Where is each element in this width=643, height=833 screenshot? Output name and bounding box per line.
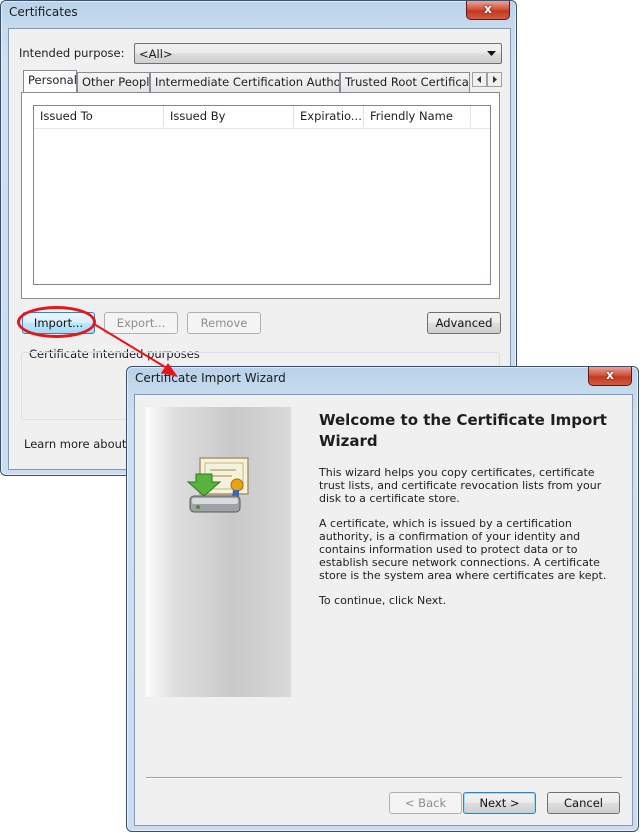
tab-scroll-left-icon bbox=[477, 76, 481, 83]
certificate-list[interactable]: Issued To Issued By Expiratio... Friendl… bbox=[33, 105, 491, 285]
tab-intermediate-ca[interactable]: Intermediate Certification Authorities bbox=[150, 72, 340, 92]
tab-personal[interactable]: Personal bbox=[23, 70, 77, 92]
intended-purpose-select[interactable]: <All> bbox=[134, 43, 502, 64]
wizard-client-area: Welcome to the Certificate Import Wizard… bbox=[134, 394, 633, 826]
tab-scroll-left-button[interactable] bbox=[472, 72, 487, 87]
close-icon: x bbox=[606, 368, 614, 382]
dropdown-arrow-icon bbox=[487, 51, 496, 56]
certificate-import-icon bbox=[186, 457, 249, 513]
certificates-close-button[interactable]: x bbox=[466, 1, 510, 20]
intended-purpose-label: Intended purpose: bbox=[19, 46, 125, 60]
column-friendly-name[interactable]: Friendly Name bbox=[364, 106, 471, 127]
learn-more-prefix: Learn more about bbox=[24, 437, 131, 451]
wizard-close-button[interactable]: x bbox=[588, 367, 632, 386]
close-icon: x bbox=[484, 2, 492, 16]
wizard-window: Certificate Import Wizard x Welcome to t… bbox=[126, 366, 639, 832]
advanced-button[interactable]: Advanced bbox=[427, 312, 501, 334]
wizard-heading: Welcome to the Certificate Import Wizard bbox=[319, 411, 607, 450]
certificate-list-header: Issued To Issued By Expiratio... Friendl… bbox=[34, 106, 490, 129]
intended-purpose-value: <All> bbox=[139, 47, 173, 61]
certificates-window-title: Certificates bbox=[9, 5, 78, 19]
column-issued-to[interactable]: Issued To bbox=[34, 106, 164, 127]
tab-scroll-right-icon bbox=[493, 76, 497, 83]
import-highlight-ellipse bbox=[17, 306, 96, 338]
column-issued-by[interactable]: Issued By bbox=[164, 106, 294, 127]
wizard-paragraph-1: This wizard helps you copy certificates,… bbox=[319, 466, 602, 505]
tab-other-people[interactable]: Other People bbox=[77, 72, 150, 92]
tab-trusted-root[interactable]: Trusted Root Certification bbox=[340, 72, 470, 92]
next-button[interactable]: Next > bbox=[463, 792, 536, 814]
wizard-separator bbox=[146, 777, 622, 779]
back-button[interactable]: < Back bbox=[389, 792, 462, 814]
tab-page: Issued To Issued By Expiratio... Friendl… bbox=[21, 92, 500, 299]
wizard-paragraph-2: A certificate, which is issued by a cert… bbox=[319, 517, 607, 582]
wizard-window-title: Certificate Import Wizard bbox=[135, 371, 286, 385]
remove-button[interactable]: Remove bbox=[187, 312, 261, 334]
certificate-tabs: Personal Other People Intermediate Certi… bbox=[19, 70, 503, 94]
wizard-paragraph-3: To continue, click Next. bbox=[319, 594, 447, 607]
tab-scroll-right-button[interactable] bbox=[487, 72, 502, 87]
cancel-button[interactable]: Cancel bbox=[547, 792, 620, 814]
wizard-body: This wizard helps you copy certificates,… bbox=[319, 466, 614, 619]
wizard-side-panel bbox=[146, 407, 291, 697]
column-expiration[interactable]: Expiratio... bbox=[294, 106, 364, 127]
export-button[interactable]: Export... bbox=[104, 312, 178, 334]
